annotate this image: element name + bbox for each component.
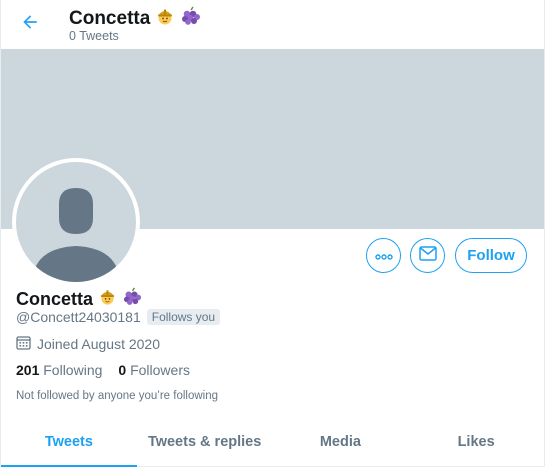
profile-tabs: Tweets Tweets & replies Media Likes [1,417,544,467]
construction-worker-emoji-icon [98,287,117,311]
grapes-emoji-icon [180,6,202,32]
follows-you-badge: Follows you [146,309,221,325]
followers-label: Followers [130,362,190,378]
handle-row: @Concett24030181 Follows you [16,309,221,325]
arrow-left-icon [20,12,40,37]
profile-handle: @Concett24030181 [16,309,141,325]
back-button[interactable] [16,10,44,38]
message-button[interactable] [410,238,445,273]
calendar-icon [16,335,31,353]
following-count: 201 [16,362,40,378]
grapes-emoji-icon [122,287,143,311]
profile-page: Concetta 0 Tweets Follow Concetta @Conce… [0,0,545,467]
following-link[interactable]: 201 Following [16,362,102,378]
more-horizontal-icon [374,247,393,265]
tab-tweets-and-replies[interactable]: Tweets & replies [137,417,273,466]
joined-date: Joined August 2020 [16,335,160,353]
follow-button[interactable]: Follow [455,238,527,273]
mutual-followers-note: Not followed by anyone you’re following [16,390,219,402]
envelope-icon [418,245,437,266]
following-label: Following [43,362,103,378]
tab-likes[interactable]: Likes [408,417,544,466]
construction-worker-emoji-icon [155,6,175,32]
header-name-text: Concetta [69,8,151,29]
avatar[interactable] [12,158,140,286]
top-header: Concetta 0 Tweets [1,0,544,49]
tab-tweets[interactable]: Tweets [1,417,137,467]
joined-text: Joined August 2020 [37,336,160,352]
more-button[interactable] [366,238,401,273]
tweet-count: 0 Tweets [69,29,119,43]
tab-media[interactable]: Media [273,417,409,466]
followers-link[interactable]: 0 Followers [118,362,190,378]
profile-name: Concetta [16,287,143,311]
default-avatar-icon [16,162,136,282]
followers-count: 0 [118,362,127,378]
profile-name-text: Concetta [16,288,94,309]
follow-stats: 201 Following 0 Followers [16,362,190,378]
